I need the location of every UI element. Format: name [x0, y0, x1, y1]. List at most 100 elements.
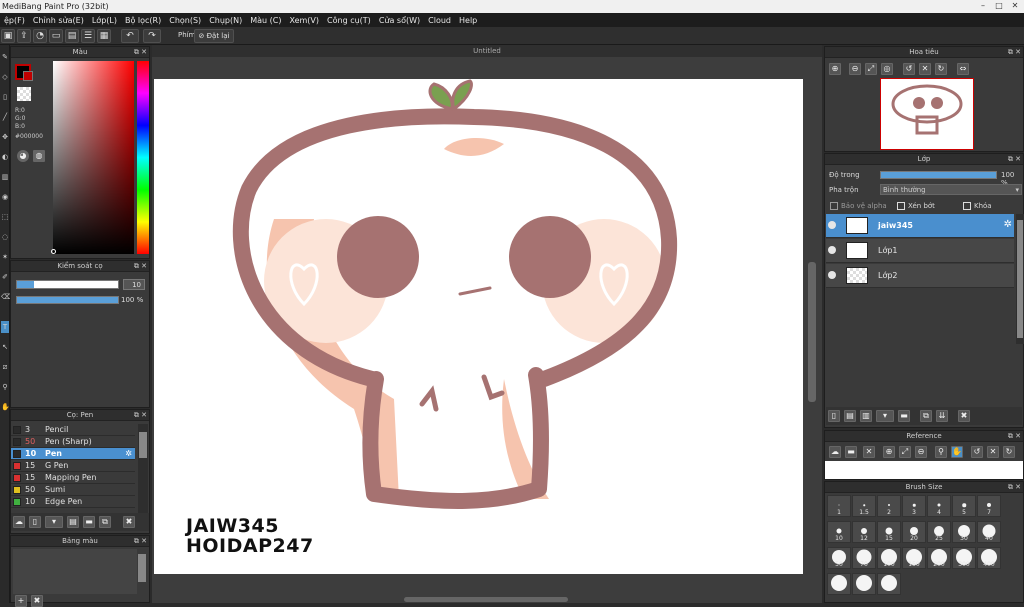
fill-bucket-icon[interactable]: ◉ — [1, 191, 9, 203]
list-icon[interactable]: ☰ — [81, 29, 95, 43]
brush-item[interactable]: 50 Sumi — [11, 484, 135, 496]
color-picker-icon[interactable]: ◍ — [33, 150, 45, 162]
new-halftone-layer-icon[interactable]: ▤ — [844, 410, 856, 422]
redo-icon[interactable]: ↷ — [143, 29, 161, 43]
actual-size-icon[interactable]: ◎ — [881, 63, 893, 75]
gear-icon[interactable]: ✲ — [125, 448, 132, 460]
transparent-color-swatch[interactable] — [17, 87, 31, 101]
trash-icon[interactable]: ✖ — [31, 595, 43, 607]
canvas-horizontal-scrollbar[interactable] — [404, 597, 568, 602]
brush-size-preset[interactable] — [827, 573, 851, 595]
brush-size-preset[interactable]: 1 — [827, 495, 851, 517]
reset-rotation-icon[interactable]: ✕ — [919, 63, 931, 75]
brush-size-preset[interactable]: 30 — [952, 521, 976, 543]
protect-alpha-checkbox[interactable] — [830, 202, 838, 210]
add-color-icon[interactable]: + — [15, 595, 27, 607]
palette-area[interactable] — [13, 549, 137, 594]
chat-icon[interactable]: ▭ — [49, 29, 63, 43]
cloud-brush-icon[interactable]: ☁ — [13, 516, 25, 528]
selection-pen-icon[interactable]: ✐ — [1, 271, 9, 283]
brush-size-preset[interactable]: 40 — [977, 521, 1001, 543]
brush-size-preset[interactable]: 50 — [827, 547, 851, 569]
open-folder-icon[interactable]: ▬ — [845, 446, 857, 458]
gear-icon[interactable]: ✲ — [1004, 219, 1012, 230]
brush-size-preset[interactable]: 4 — [927, 495, 951, 517]
undo-icon[interactable]: ↶ — [121, 29, 139, 43]
pen-tool-icon[interactable]: ╱ — [1, 111, 9, 123]
drawing-paper[interactable]: JAIW345 HOIDAP247 — [154, 79, 803, 574]
brush-tool-icon[interactable]: ✎ — [1, 51, 9, 63]
brush-size-value[interactable]: 10 — [123, 279, 145, 290]
panel-controls-icon[interactable]: ⧉ ✕ — [134, 410, 147, 421]
brush-size-preset[interactable]: 1.5 — [852, 495, 876, 517]
brush-size-preset[interactable]: 200 — [927, 547, 951, 569]
hand-tool-icon[interactable]: ✋ — [1, 401, 10, 413]
menu-layer[interactable]: Lớp(L) — [88, 16, 121, 25]
grid-icon[interactable]: ▦ — [97, 29, 111, 43]
blend-mode-select[interactable]: Bình thường ▾ — [880, 184, 1022, 195]
comment-icon[interactable]: ◔ — [33, 29, 47, 43]
panel-controls-icon[interactable]: ⧉ ✕ — [1008, 154, 1021, 165]
brush-size-preset[interactable]: 100 — [877, 547, 901, 569]
brush-size-preset[interactable]: 10 — [827, 521, 851, 543]
new-8bit-layer-icon[interactable]: ▥ — [860, 410, 872, 422]
zoom-out-icon[interactable]: ⊖ — [849, 63, 861, 75]
duplicate-icon[interactable]: ⧉ — [99, 516, 111, 528]
brush-size-preset[interactable] — [877, 573, 901, 595]
menu-snap[interactable]: Chụp(N) — [205, 16, 246, 25]
hand-icon[interactable]: ✋ — [951, 446, 963, 458]
panel-controls-icon[interactable]: ⧉ ✕ — [134, 536, 147, 547]
folder-icon[interactable]: ▬ — [898, 410, 910, 422]
eyedropper-icon[interactable]: ⚲ — [1, 381, 9, 393]
rotate-left-icon[interactable]: ↺ — [903, 63, 915, 75]
background-color-swatch[interactable] — [23, 71, 33, 81]
brush-size-preset[interactable]: 400 — [977, 547, 1001, 569]
menu-select[interactable]: Chọn(S) — [165, 16, 205, 25]
panel-controls-icon[interactable]: ⧉ ✕ — [1008, 47, 1021, 58]
dot-tool-icon[interactable]: ▯ — [1, 91, 9, 103]
layer-menu-icon[interactable]: ▾ — [876, 410, 894, 422]
layer-row[interactable]: Lớp2 — [826, 264, 1014, 288]
palette-scrollbar[interactable] — [138, 554, 146, 582]
brush-size-slider[interactable] — [16, 280, 119, 289]
brush-item[interactable]: 50 Pen (Sharp) — [11, 436, 135, 448]
brush-list-scrollbar[interactable] — [138, 424, 148, 514]
hue-slider[interactable] — [137, 61, 149, 254]
menu-file[interactable]: ệp(F) — [0, 16, 29, 25]
visibility-eye-icon[interactable] — [828, 221, 836, 229]
canvas-tab[interactable]: Untitled — [152, 45, 822, 57]
operation-tool-icon[interactable]: ↖ — [1, 341, 9, 353]
menu-help[interactable]: Help — [455, 16, 481, 25]
brush-item[interactable]: 15 G Pen — [11, 460, 135, 472]
magic-wand-icon[interactable]: ✶ — [1, 251, 9, 263]
reset-rotation-icon[interactable]: ✕ — [987, 446, 999, 458]
layer-row-selected[interactable]: jaiw345 ✲ — [826, 214, 1014, 238]
palette-icon[interactable]: ◕ — [17, 150, 29, 162]
flip-icon[interactable]: ⇔ — [957, 63, 969, 75]
select-eraser-icon[interactable]: ⌫ — [1, 291, 11, 303]
menu-edit[interactable]: Chỉnh sửa(E) — [29, 16, 88, 25]
menu-view[interactable]: Xem(V) — [285, 16, 323, 25]
rotate-right-icon[interactable]: ↻ — [1003, 446, 1015, 458]
scrollbar-thumb[interactable] — [139, 432, 147, 458]
menu-filter[interactable]: Bộ lọc(R) — [121, 16, 165, 25]
lock-checkbox[interactable] — [963, 202, 971, 210]
clipping-checkbox[interactable] — [897, 202, 905, 210]
brush-size-preset[interactable]: 7 — [977, 495, 1001, 517]
brush-size-preset[interactable]: 25 — [927, 521, 951, 543]
rotate-left-icon[interactable]: ↺ — [971, 446, 983, 458]
brush-size-preset[interactable]: 12 — [852, 521, 876, 543]
layer-row[interactable]: Lớp1 — [826, 239, 1014, 263]
fill-tool-icon[interactable]: ◐ — [1, 151, 9, 163]
brush-item[interactable]: 15 Mapping Pen — [11, 472, 135, 484]
brush-opacity-slider[interactable] — [16, 296, 119, 304]
hand-icon[interactable]: ▣ — [1, 29, 15, 43]
scrollbar-thumb[interactable] — [1017, 220, 1023, 338]
menu-tools[interactable]: Công cụ(T) — [323, 16, 375, 25]
close-icon[interactable]: ✕ — [863, 446, 875, 458]
panel-controls-icon[interactable]: ⧉ ✕ — [134, 261, 147, 272]
maximize-icon[interactable]: □ — [994, 1, 1004, 11]
move-tool-icon[interactable]: ✥ — [1, 131, 9, 143]
menu-window[interactable]: Cửa sổ(W) — [375, 16, 424, 25]
reference-image-area[interactable] — [825, 461, 1023, 479]
